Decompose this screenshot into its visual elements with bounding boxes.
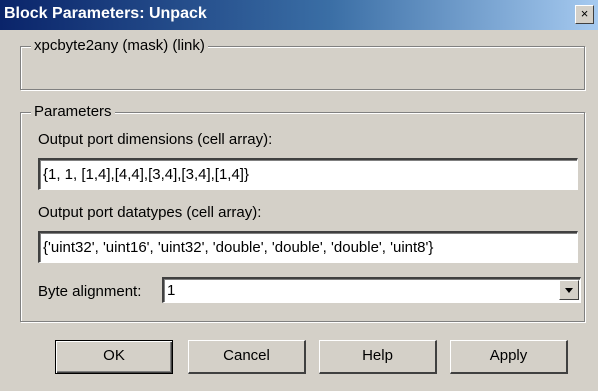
output-types-value: {'uint32', 'uint16', 'uint32', 'double',… [43,239,434,256]
mask-group-legend: xpcbyte2any (mask) (link) [31,37,208,54]
byte-alignment-value: 1 [167,282,176,299]
output-types-input[interactable]: {'uint32', 'uint16', 'uint32', 'double',… [38,231,578,263]
output-types-label: Output port datatypes (cell array): [38,204,262,221]
output-dims-label: Output port dimensions (cell array): [38,131,273,148]
close-button[interactable]: × [575,5,594,24]
byte-alignment-label: Byte alignment: [38,283,142,300]
output-dims-input[interactable]: {1, 1, [1,4],[4,4],[3,4],[3,4],[1,4]} [38,158,578,190]
byte-alignment-select[interactable]: 1 [162,277,581,303]
output-dims-value: {1, 1, [1,4],[4,4],[3,4],[3,4],[1,4]} [43,166,249,183]
help-button[interactable]: Help [319,340,437,374]
title-bar[interactable]: Block Parameters: Unpack × [0,0,598,30]
window-title: Block Parameters: Unpack [4,5,207,22]
apply-button[interactable]: Apply [450,340,568,374]
cancel-button[interactable]: Cancel [188,340,306,374]
close-icon: × [580,6,589,21]
parameters-group-legend: Parameters [31,103,115,120]
dropdown-arrow-icon[interactable] [559,280,579,300]
ok-button[interactable]: OK [55,340,173,374]
mask-description-group: xpcbyte2any (mask) (link) [20,37,585,90]
